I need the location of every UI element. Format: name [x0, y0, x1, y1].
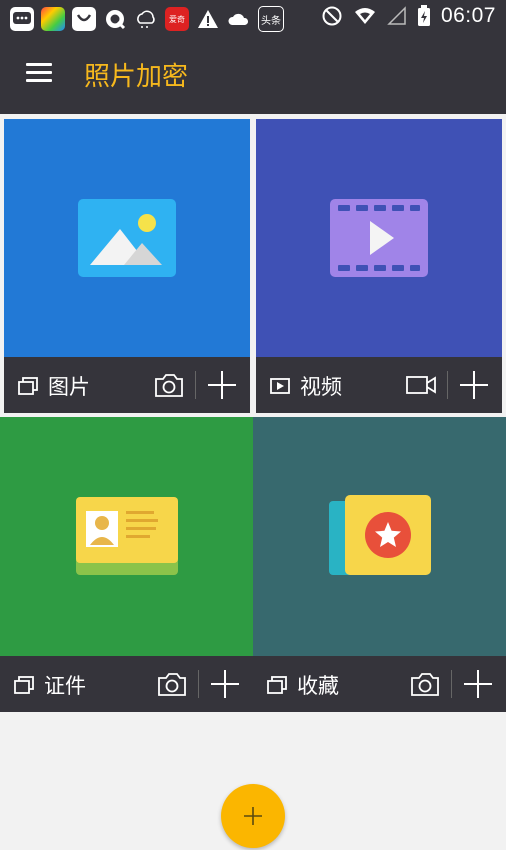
- tile-videos[interactable]: 视频: [256, 119, 502, 413]
- toutiao-icon: 头条: [258, 6, 284, 32]
- tile-favorites-bar: 收藏: [253, 656, 506, 712]
- folder-stack-icon: [267, 676, 287, 694]
- separator: [447, 371, 448, 399]
- id-card-icon: [76, 497, 178, 575]
- tile-favorites-label-group: 收藏: [267, 670, 339, 700]
- tile-documents-actions: [156, 656, 253, 712]
- folder-stack-icon: [18, 377, 38, 395]
- video-file-icon: [270, 378, 290, 394]
- tile-photos-actions: [153, 357, 250, 413]
- news-app-label: 爱奇: [169, 14, 185, 24]
- menu-button[interactable]: [26, 63, 52, 85]
- app-title: 照片加密: [84, 62, 189, 92]
- q-app-icon: [103, 7, 127, 31]
- tile-favorites-label: 收藏: [297, 674, 339, 698]
- notification-icons: 爱奇 头条: [10, 6, 284, 32]
- weather-icon: [227, 7, 251, 31]
- separator: [451, 670, 452, 698]
- camera-icon[interactable]: [156, 671, 188, 697]
- tile-videos-bar: 视频: [256, 357, 502, 413]
- tile-videos-label-group: 视频: [270, 371, 342, 401]
- shopping-icon: [72, 7, 96, 31]
- folder-stack-icon: [14, 676, 34, 694]
- toutiao-label: 头条: [261, 15, 281, 27]
- wifi-icon: [354, 8, 375, 24]
- tile-documents-label: 证件: [44, 674, 86, 698]
- tile-documents-bar: 证件: [0, 656, 253, 712]
- tile-favorites-actions: [409, 656, 506, 712]
- add-fab-button[interactable]: [221, 784, 285, 848]
- tile-videos-area[interactable]: [256, 119, 502, 357]
- tile-photos-bar: 图片: [4, 357, 250, 413]
- cloud-icon: [134, 7, 158, 31]
- warning-icon: [196, 7, 220, 31]
- gallery-app-icon: [41, 7, 65, 31]
- tile-photos[interactable]: 图片: [4, 119, 250, 413]
- tile-photos-label: 图片: [48, 375, 90, 399]
- film-icon: [330, 199, 428, 277]
- battery-icon: [417, 5, 430, 26]
- add-icon[interactable]: [206, 369, 238, 401]
- tile-photos-area[interactable]: [4, 119, 250, 357]
- do-not-disturb-icon: [322, 6, 342, 26]
- add-icon[interactable]: [458, 369, 490, 401]
- camera-icon[interactable]: [409, 671, 441, 697]
- news-app-icon: 爱奇: [165, 7, 189, 31]
- separator: [198, 670, 199, 698]
- tile-favorites-area[interactable]: [253, 417, 506, 656]
- video-camera-icon[interactable]: [405, 374, 437, 396]
- favorites-folder-icon: [329, 495, 431, 575]
- tile-favorites[interactable]: 收藏: [253, 417, 506, 712]
- plus-icon: [244, 807, 262, 825]
- tile-documents[interactable]: 证件: [0, 417, 253, 712]
- status-bar: 爱奇 头条 06:07: [0, 0, 506, 36]
- clock: 06:07: [440, 4, 496, 27]
- photo-icon: [78, 199, 176, 277]
- tile-photos-label-group: 图片: [18, 371, 90, 401]
- app-bar: 照片加密: [0, 36, 506, 114]
- tile-videos-label: 视频: [300, 375, 342, 399]
- message-icon: [10, 7, 34, 31]
- separator: [195, 371, 196, 399]
- system-indicators: 06:07: [321, 4, 496, 28]
- tile-documents-label-group: 证件: [14, 670, 86, 700]
- signal-icon: [387, 6, 406, 25]
- camera-icon[interactable]: [153, 372, 185, 398]
- add-icon[interactable]: [209, 668, 241, 700]
- tile-videos-actions: [405, 357, 502, 413]
- add-icon[interactable]: [462, 668, 494, 700]
- tile-documents-area[interactable]: [0, 417, 253, 656]
